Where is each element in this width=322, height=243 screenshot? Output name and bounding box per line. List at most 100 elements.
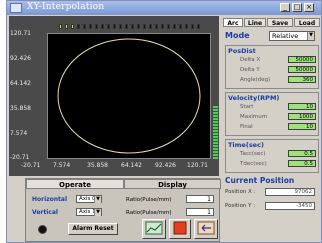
field-label: Tacc(sec) (240, 151, 266, 157)
vertical-ratio-input[interactable]: 1 (186, 208, 214, 216)
led-indicator (119, 24, 122, 29)
title-bar[interactable]: XY-Interpolation _ □ × (7, 1, 321, 15)
field-label: Maximum (240, 114, 268, 120)
return-home-button[interactable] (194, 219, 218, 239)
settings-panel: Arc Line Save Load Mode Relative ▼ PosDis… (221, 16, 321, 242)
level-led-segment (213, 127, 218, 129)
led-indicator (143, 24, 146, 29)
led-indicator (161, 24, 164, 29)
tab-save[interactable]: Save (267, 18, 293, 27)
led-indicator (59, 24, 62, 29)
level-led-segment (213, 112, 218, 114)
delta-y-input[interactable]: 50000 (288, 66, 316, 73)
field-label: Delta Y (240, 67, 260, 73)
led-indicator (185, 24, 188, 29)
position-x-readout: 97062 (265, 188, 315, 196)
x-tick-label: 7.574 (53, 162, 71, 169)
stop-button[interactable] (169, 219, 191, 239)
app-icon (10, 3, 22, 13)
position-x-label: Position X : (225, 189, 256, 195)
velocity-section: Velocity(RPM) Start 10 Maximum 1000 Fina… (225, 92, 319, 136)
mode-label: Mode (225, 31, 250, 40)
led-indicator (95, 24, 98, 29)
level-led-segment (213, 145, 218, 147)
level-led-segment (213, 142, 218, 144)
y-tick-label: 92.426 (10, 55, 31, 62)
close-button[interactable]: × (304, 3, 314, 12)
app-window: XY-Interpolation _ □ × 120.71 92.426 64.… (6, 0, 322, 243)
level-led-segment (213, 130, 218, 132)
tab-line[interactable]: Line (244, 18, 266, 27)
tab-load[interactable]: Load (294, 18, 320, 27)
start-velocity-input[interactable]: 10 (288, 103, 316, 110)
chevron-down-icon: ▼ (94, 209, 101, 216)
level-led-segment (213, 133, 218, 135)
level-led-segment (213, 115, 218, 117)
section-title: Velocity(RPM) (228, 94, 280, 102)
y-tick-label: 7.574 (10, 130, 28, 137)
level-led-segment (213, 148, 218, 150)
ratio-label: Ratio(Pulse/mm) (126, 197, 172, 203)
field-label: Start (240, 104, 254, 110)
alarm-reset-button[interactable]: Alarm Reset (68, 223, 118, 235)
minimize-button[interactable]: _ (280, 3, 290, 12)
stop-icon (173, 221, 187, 235)
level-led-segment (213, 157, 218, 159)
level-led-segment (213, 136, 218, 138)
level-led-segment (213, 154, 218, 156)
y-tick-label: 35.858 (10, 105, 31, 112)
led-indicator (155, 24, 158, 29)
y-tick-label: -20.71 (10, 154, 30, 161)
led-indicator (191, 24, 194, 29)
x-tick-label: 35.858 (87, 162, 108, 169)
operate-panel: Operate Display Horizontal Axis 0 ▼ Ratio… (25, 178, 221, 242)
level-led-segment (213, 109, 218, 111)
window-title: XY-Interpolation (27, 2, 105, 12)
horizontal-axis-select[interactable]: Axis 0 ▼ (76, 195, 102, 203)
x-tick-label: 64.142 (121, 162, 142, 169)
plot-panel: 120.71 92.426 64.142 35.858 7.574 -20.71… (9, 16, 219, 176)
led-indicator (71, 24, 74, 29)
tacc-input[interactable]: 0.5 (288, 150, 316, 157)
maximize-button[interactable]: □ (292, 3, 302, 12)
x-tick-label: -20.71 (21, 162, 41, 169)
level-led-segment (213, 106, 218, 108)
led-indicator (77, 24, 80, 29)
level-led-segment (213, 118, 218, 120)
led-indicator (89, 24, 92, 29)
tab-arc[interactable]: Arc (223, 18, 243, 27)
start-motion-button[interactable] (142, 219, 166, 239)
level-led-segment (213, 121, 218, 123)
led-indicator (101, 24, 104, 29)
ratio-label: Ratio(Pulse/mm) (126, 210, 172, 216)
tab-operate[interactable]: Operate (26, 179, 124, 189)
horizontal-ratio-input[interactable]: 1 (186, 195, 214, 203)
horizontal-label: Horizontal (32, 196, 68, 203)
led-indicator (197, 24, 200, 29)
time-section: Time(sec) Tacc(sec) 0.5 Tdec(sec) 0.5 (225, 139, 319, 173)
level-led-segment (213, 151, 218, 153)
delta-x-input[interactable]: 50000 (288, 56, 316, 63)
led-indicator-row (59, 24, 209, 30)
xy-plot-canvas[interactable] (47, 33, 211, 159)
angle-input[interactable]: 360 (288, 76, 316, 83)
vertical-label: Vertical (32, 209, 58, 216)
led-indicator (113, 24, 116, 29)
led-indicator (83, 24, 86, 29)
mode-select[interactable]: Relative ▼ (269, 31, 315, 41)
return-icon (197, 221, 215, 235)
led-indicator (137, 24, 140, 29)
led-indicator (107, 24, 110, 29)
tdec-input[interactable]: 0.5 (288, 160, 316, 167)
led-indicator (167, 24, 170, 29)
field-label: Angle(deg) (240, 77, 271, 83)
field-label: Final (240, 124, 253, 130)
led-indicator (65, 24, 68, 29)
chart-icon (145, 221, 163, 235)
max-velocity-input[interactable]: 1000 (288, 113, 316, 120)
vertical-axis-select[interactable]: Axis 1 ▼ (76, 208, 102, 216)
led-indicator (149, 24, 152, 29)
current-position-section: Current Position Position X : 97062 Posi… (225, 176, 319, 216)
final-velocity-input[interactable]: 10 (288, 123, 316, 130)
tab-display[interactable]: Display (124, 179, 221, 189)
